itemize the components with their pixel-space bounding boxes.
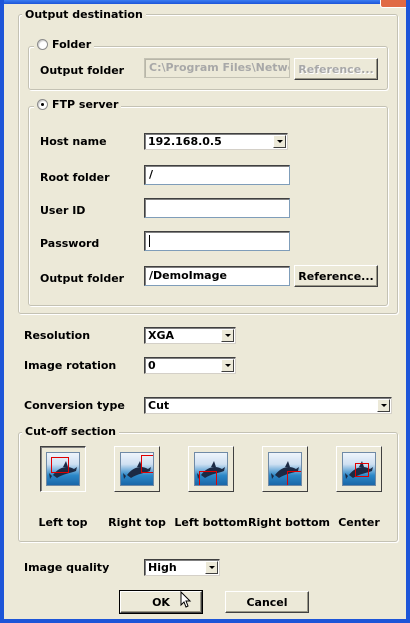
root-folder-input[interactable]: / (144, 165, 290, 185)
ftp-output-folder-input[interactable]: /DemoImage (144, 266, 290, 286)
dolphin-image-icon (46, 452, 80, 486)
image-quality-value: High (148, 561, 177, 574)
resolution-combo[interactable]: XGA (144, 327, 236, 344)
cut-region-marker (199, 471, 217, 485)
cutoff-center-label: Center (338, 516, 380, 529)
ftp-server-radio-circle[interactable] (37, 99, 48, 110)
dolphin-image-icon (194, 452, 228, 486)
image-quality-dropdown-icon[interactable] (205, 561, 218, 574)
folder-output-folder-label: Output folder (40, 64, 125, 77)
cutoff-left-top-button[interactable] (40, 446, 86, 492)
title-bar (4, 0, 406, 4)
resolution-dropdown-icon[interactable] (221, 329, 234, 342)
mouse-pointer-icon (180, 591, 192, 608)
host-name-dropdown-icon[interactable] (273, 135, 286, 148)
output-destination-legend: Output destination (22, 8, 146, 21)
cut-region-marker (51, 457, 69, 473)
image-rotation-value: 0 (148, 359, 156, 372)
cutoff-right-bottom-button[interactable] (262, 446, 308, 492)
host-name-combo[interactable]: 192.168.0.5 (144, 133, 288, 150)
cutoff-left-bottom-label: Left bottom (174, 516, 248, 529)
output-destination-label: Output destination (25, 8, 143, 21)
cutoff-section-label: Cut-off section (25, 425, 116, 438)
folder-radio-circle[interactable] (37, 39, 48, 50)
cut-region-marker (287, 471, 301, 485)
cancel-button[interactable]: Cancel (225, 591, 309, 613)
cut-region-marker (141, 455, 153, 473)
dolphin-image-icon (268, 452, 302, 486)
root-folder-label: Root folder (40, 171, 110, 184)
conversion-type-dropdown-icon[interactable] (377, 399, 390, 412)
image-rotation-label: Image rotation (24, 359, 117, 372)
folder-output-folder-field[interactable]: C:\Program Files\Network (144, 58, 290, 78)
close-window-button[interactable] (380, 0, 406, 8)
cutoff-left-top-label: Left top (38, 516, 88, 529)
cutoff-right-top-label: Right top (108, 516, 166, 529)
user-id-label: User ID (40, 204, 86, 217)
cutoff-right-top-button[interactable] (114, 446, 160, 492)
ftp-output-folder-label: Output folder (40, 272, 125, 285)
cutoff-left-bottom-button[interactable] (188, 446, 234, 492)
cutoff-section-legend: Cut-off section (22, 425, 119, 438)
image-rotation-combo[interactable]: 0 (144, 357, 236, 374)
cut-region-marker (355, 463, 369, 477)
conversion-type-combo[interactable]: Cut (144, 397, 392, 414)
text-caret (149, 235, 150, 247)
host-name-label: Host name (40, 135, 107, 148)
folder-reference-button[interactable]: Reference... (294, 58, 378, 80)
folder-radio-label: Folder (52, 38, 92, 51)
image-quality-combo[interactable]: High (144, 559, 220, 576)
ftp-server-radio[interactable]: FTP server (34, 98, 122, 111)
resolution-value: XGA (148, 329, 175, 342)
cutoff-center-button[interactable] (336, 446, 382, 492)
resolution-label: Resolution (24, 329, 91, 342)
image-quality-label: Image quality (24, 561, 110, 574)
ftp-server-radio-label: FTP server (52, 98, 119, 111)
dialog-window: Output destination Folder Output folder … (0, 0, 410, 623)
folder-radio[interactable]: Folder (34, 38, 95, 51)
conversion-type-label: Conversion type (24, 399, 125, 412)
conversion-type-value: Cut (148, 399, 170, 412)
password-label: Password (40, 237, 100, 250)
image-rotation-dropdown-icon[interactable] (221, 359, 234, 372)
dolphin-image-icon (342, 452, 376, 486)
password-input[interactable] (144, 231, 290, 251)
cutoff-right-bottom-label: Right bottom (248, 516, 331, 529)
host-name-value: 192.168.0.5 (148, 135, 222, 148)
dolphin-image-icon (120, 452, 154, 486)
ftp-reference-button[interactable]: Reference... (294, 265, 378, 287)
user-id-input[interactable] (144, 198, 290, 218)
